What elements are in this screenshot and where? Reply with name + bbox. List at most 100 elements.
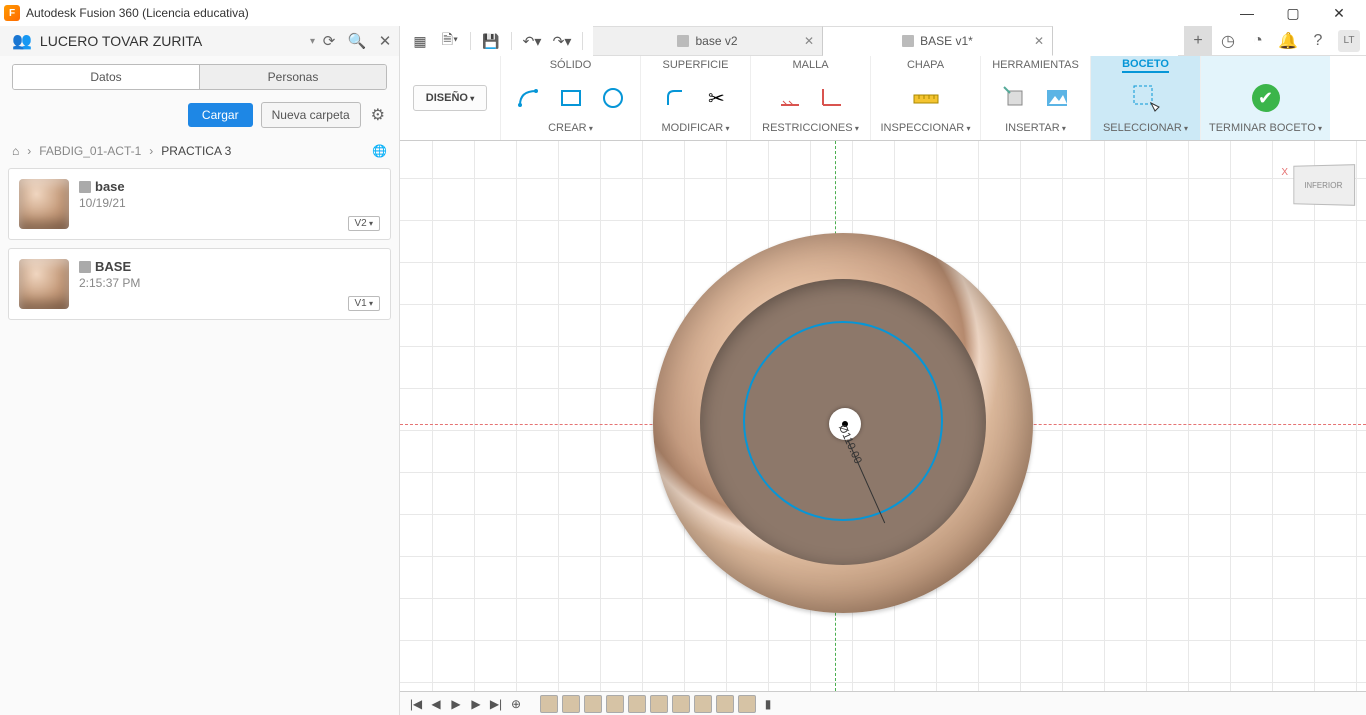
window-titlebar: F Autodesk Fusion 360 (Licencia educativ… (0, 0, 1366, 26)
timeline-feature[interactable] (672, 695, 690, 713)
save-button[interactable]: 💾 (477, 26, 505, 56)
finish-sketch-icon[interactable]: ✔ (1252, 84, 1280, 112)
group-label-insertar[interactable]: INSERTAR (1005, 122, 1066, 140)
horizontal-constraint-icon[interactable] (774, 82, 806, 114)
new-tab-button[interactable]: + (1184, 26, 1212, 56)
timeline-feature[interactable] (628, 695, 646, 713)
group-label-modificar[interactable]: MODIFICAR (662, 122, 730, 140)
apps-grid-icon[interactable]: ▦ (406, 26, 434, 56)
job-status-icon[interactable]: ◔ (1244, 26, 1272, 56)
home-icon[interactable]: ⌂ (12, 144, 19, 158)
user-avatar[interactable]: LT (1338, 30, 1360, 52)
undo-button[interactable]: ↶▾ (518, 26, 546, 56)
timeline-feature[interactable] (650, 695, 668, 713)
upload-button[interactable]: Cargar (188, 103, 253, 127)
group-label-terminar[interactable]: TERMINAR BOCETO (1209, 122, 1322, 140)
top-right-tools: + ◷ ◔ 🔔 ? LT (1178, 26, 1366, 56)
data-panel: Datos Personas Cargar Nueva carpeta ⚙ ⌂ … (0, 56, 400, 715)
crumb-project[interactable]: FABDIG_01-ACT-1 (39, 144, 141, 158)
search-button[interactable]: 🔍 (343, 32, 371, 50)
measure-tool-icon[interactable] (910, 82, 942, 114)
document-tabs: base v2 ✕ BASE v1* ✕ (593, 26, 1178, 56)
group-label-crear[interactable]: CREAR (548, 122, 593, 140)
doc-tab-base-v1[interactable]: BASE v1* ✕ (823, 26, 1053, 56)
env-tab-superficie[interactable]: SUPERFICIE (662, 59, 728, 71)
doc-tab-base-v2[interactable]: base v2 ✕ (593, 26, 823, 56)
fillet-tool-icon[interactable] (659, 82, 691, 114)
component-icon (677, 35, 689, 47)
group-label-inspeccionar[interactable]: INSPECCIONAR (881, 122, 971, 140)
workspace-switcher[interactable]: DISEÑO (413, 85, 487, 111)
timeline-fwd-icon[interactable]: ▶ (468, 696, 484, 712)
new-folder-button[interactable]: Nueva carpeta (261, 102, 361, 128)
timeline-bar: |◀ ◀ ▶ ▶ ▶| ⊕ ▮ (400, 691, 1366, 715)
timeline-marker-icon[interactable]: ▮ (760, 696, 776, 712)
timeline-feature[interactable] (562, 695, 580, 713)
view-cube[interactable]: INFERIOR (1293, 164, 1355, 206)
minimize-button[interactable]: — (1224, 0, 1270, 26)
close-button[interactable]: ✕ (1316, 0, 1362, 26)
timeline-feature[interactable] (738, 695, 756, 713)
tab-datos[interactable]: Datos (13, 65, 199, 89)
model-canvas[interactable]: Ø110.00 X INFERIOR (400, 141, 1366, 691)
team-icon: 👥 (12, 31, 32, 51)
circle-tool-icon[interactable] (597, 82, 629, 114)
timeline-end-icon[interactable]: ▶| (488, 696, 504, 712)
close-tab-icon[interactable]: ✕ (1034, 34, 1044, 48)
version-dropdown[interactable]: V1 (348, 296, 380, 311)
refresh-button[interactable]: ⟳ (315, 32, 343, 50)
close-tab-icon[interactable]: ✕ (804, 34, 814, 48)
version-dropdown[interactable]: V2 (348, 216, 380, 231)
component-icon (79, 261, 91, 273)
trim-tool-icon[interactable]: ✂ (701, 82, 733, 114)
timeline-feature[interactable] (694, 695, 712, 713)
file-menu[interactable]: 🗎▾ (436, 26, 464, 56)
item-date: 10/19/21 (79, 196, 126, 210)
tangent-constraint-icon[interactable] (816, 82, 848, 114)
crumb-folder[interactable]: PRACTICA 3 (161, 144, 231, 158)
app-icon: F (4, 5, 20, 21)
design-item-base-upper[interactable]: BASE 2:15:37 PM V1 (8, 248, 391, 320)
timeline-settings-icon[interactable]: ⊕ (508, 696, 524, 712)
tab-personas[interactable]: Personas (199, 65, 386, 89)
env-tab-boceto[interactable]: BOCETO (1122, 58, 1169, 73)
component-icon (902, 35, 914, 47)
user-name[interactable]: LUCERO TOVAR ZURITA (40, 33, 306, 49)
help-icon[interactable]: ? (1304, 26, 1332, 56)
window-title: Autodesk Fusion 360 (Licencia educativa) (26, 6, 1224, 20)
chevron-right-icon: › (27, 144, 31, 158)
insert-derive-icon[interactable] (999, 82, 1031, 114)
design-item-base[interactable]: base 10/19/21 V2 (8, 168, 391, 240)
env-tab-herramientas[interactable]: HERRAMIENTAS (992, 59, 1079, 71)
globe-icon[interactable]: 🌐 (372, 144, 387, 158)
quick-access-toolbar: ▦ 🗎▾ 💾 ↶▾ ↷▾ (400, 26, 593, 56)
redo-button[interactable]: ↷▾ (548, 26, 576, 56)
line-tool-icon[interactable] (513, 82, 545, 114)
env-tab-chapa[interactable]: CHAPA (907, 59, 944, 71)
panel-close-button[interactable]: ✕ (371, 32, 399, 50)
gear-icon[interactable]: ⚙ (369, 105, 387, 125)
extensions-icon[interactable]: ◷ (1214, 26, 1242, 56)
insert-image-icon[interactable] (1041, 82, 1073, 114)
env-tab-solido[interactable]: SÓLIDO (550, 59, 592, 71)
timeline-feature[interactable] (540, 695, 558, 713)
timeline-feature[interactable] (584, 695, 602, 713)
timeline-feature[interactable] (606, 695, 624, 713)
maximize-button[interactable]: ▢ (1270, 0, 1316, 26)
notifications-icon[interactable]: 🔔 (1274, 26, 1302, 56)
group-label-restricciones[interactable]: RESTRICCIONES (762, 122, 859, 140)
item-name: base (95, 179, 125, 194)
env-tab-malla[interactable]: MALLA (792, 59, 828, 71)
component-icon (79, 181, 91, 193)
breadcrumb: ⌂ › FABDIG_01-ACT-1 › PRACTICA 3 🌐 (0, 140, 399, 168)
group-label-seleccionar[interactable]: SELECCIONAR (1103, 122, 1188, 140)
item-date: 2:15:37 PM (79, 276, 140, 290)
select-tool-icon[interactable] (1130, 82, 1162, 114)
timeline-play-icon[interactable]: ▶ (448, 696, 464, 712)
timeline-back-icon[interactable]: ◀ (428, 696, 444, 712)
timeline-feature[interactable] (716, 695, 734, 713)
timeline-start-icon[interactable]: |◀ (408, 696, 424, 712)
rectangle-tool-icon[interactable] (555, 82, 587, 114)
doc-tab-label: base v2 (695, 34, 737, 48)
chevron-right-icon: › (149, 144, 153, 158)
